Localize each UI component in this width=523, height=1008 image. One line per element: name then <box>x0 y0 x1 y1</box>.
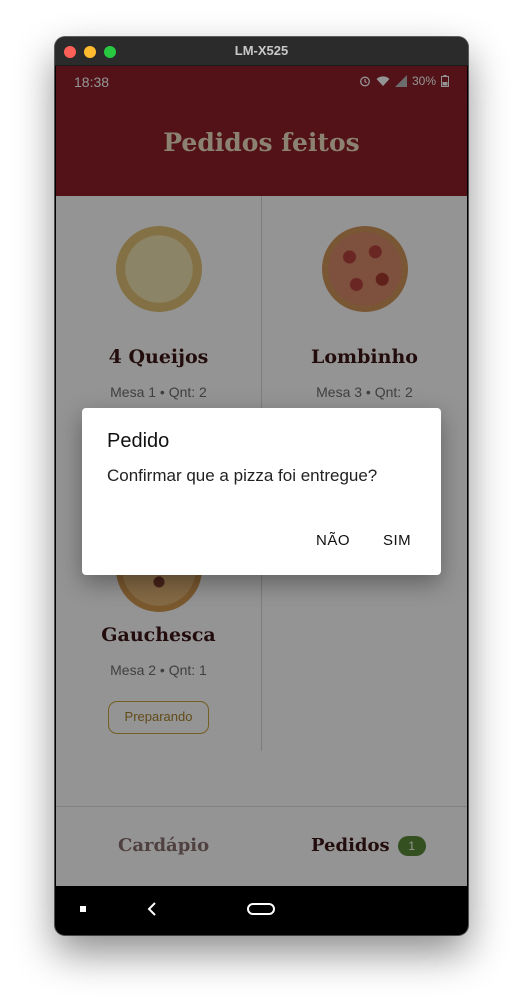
window-title: LM-X525 <box>234 43 289 58</box>
recents-button[interactable] <box>80 906 86 912</box>
home-button[interactable] <box>247 903 275 915</box>
window-titlebar: LM-X525 <box>55 37 468 66</box>
confirm-button[interactable]: SIM <box>383 532 411 549</box>
cancel-button[interactable]: NÃO <box>316 532 350 549</box>
dialog-message: Confirmar que a pizza foi entregue? <box>107 466 378 485</box>
device-frame: LM-X525 18:38 30% Pedidos feitos 4 Queij… <box>55 37 468 935</box>
android-navbar <box>56 886 467 933</box>
phone-screen: 18:38 30% Pedidos feitos 4 Queijos Mesa … <box>56 66 467 886</box>
back-button[interactable] <box>146 901 158 921</box>
confirm-dialog: Pedido Confirmar que a pizza foi entregu… <box>82 408 441 575</box>
dialog-title: Pedido <box>107 430 170 452</box>
